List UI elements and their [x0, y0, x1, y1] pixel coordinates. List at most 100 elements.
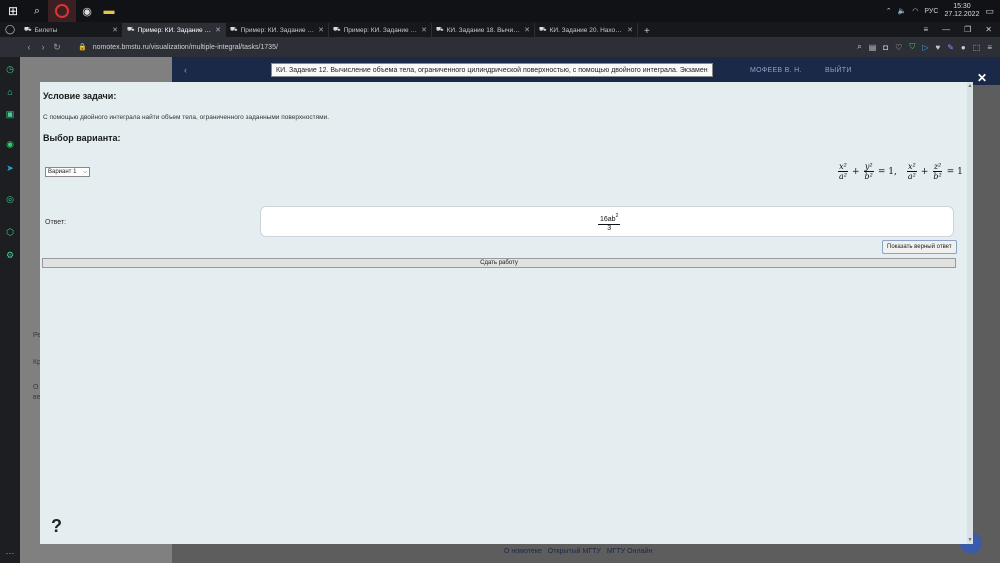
formula-operator: +: [920, 166, 929, 177]
easy-setup-icon[interactable]: ✎: [947, 43, 954, 52]
tab-close-icon[interactable]: ✕: [627, 26, 633, 34]
address-bar: ‹ › ↻ 🔒 nomotex.bmstu.ru/visualization/m…: [0, 37, 1000, 57]
formula-fraction: x² a²: [906, 162, 917, 181]
telegram-icon[interactable]: ➤: [4, 162, 16, 174]
submit-work-button[interactable]: Сдать работу: [42, 258, 956, 268]
condition-text: С помощью двойного интеграла найти объем…: [43, 114, 330, 121]
answer-input[interactable]: 16ab2 3: [260, 206, 954, 237]
header-user-name[interactable]: МОФЕЕВ В. Н.: [750, 67, 802, 74]
browser-tab[interactable]: ⛟ КИ. Задание 18. Вычислени ✕: [432, 23, 535, 37]
header-logout-link[interactable]: ВЫЙТИ: [825, 67, 852, 74]
footer-link[interactable]: Открытый МГТУ: [548, 548, 601, 555]
back-icon[interactable]: ‹: [22, 42, 36, 52]
language-indicator[interactable]: РУС: [924, 8, 938, 15]
reload-icon[interactable]: ↻: [50, 42, 64, 53]
whatsapp-icon[interactable]: ◉: [4, 138, 16, 150]
chevron-down-icon: ⌵: [83, 169, 87, 175]
variant-title: Выбор варианта:: [43, 133, 121, 143]
formula-equals: = 1,: [877, 166, 897, 177]
windows-taskbar: ⊞ ⌕ ◉ ▬ ⌃ 🔈 ◠ РУС 15:30 27.12.2022 ▭: [0, 0, 1000, 22]
opera-menu-icon[interactable]: ◯: [0, 22, 20, 37]
variant-select[interactable]: Вариант 1 ⌵: [45, 167, 90, 177]
bookmark-icon[interactable]: ♡: [895, 43, 902, 52]
shield-icon[interactable]: ⛉: [909, 42, 915, 52]
header-back-icon[interactable]: ‹: [184, 65, 187, 75]
help-icon[interactable]: ?: [51, 516, 62, 537]
notifications-icon[interactable]: ▭: [985, 6, 994, 17]
player-icon[interactable]: ◎: [4, 193, 16, 205]
camera-icon[interactable]: ◘: [883, 43, 888, 52]
tab-favicon-icon: ⛟: [436, 27, 444, 33]
heart-icon[interactable]: ♥: [935, 43, 940, 52]
steam-taskbar-icon[interactable]: ◉: [76, 0, 98, 22]
page-text-fragment: О: [33, 384, 39, 391]
tab-close-icon[interactable]: ✕: [318, 26, 324, 34]
browser-tab[interactable]: ⛟ Пример: КИ. Задание 17. ✕: [329, 23, 432, 37]
extensions-icon[interactable]: ⬚: [973, 43, 981, 52]
surface-equations: x² a² + y² b² = 1, x² a² + z² b² = 1: [838, 162, 964, 181]
tab-close-icon[interactable]: ✕: [524, 26, 530, 34]
tab-favicon-icon: ⛟: [230, 27, 238, 33]
answer-label: Ответ:: [45, 219, 67, 226]
translate-icon[interactable]: ▤: [869, 43, 877, 52]
twitch-icon[interactable]: ▣: [4, 108, 16, 120]
footer-link[interactable]: МГТУ Онлайн: [607, 548, 652, 555]
volume-icon[interactable]: 🔈: [898, 7, 907, 15]
vpn-icon[interactable]: ▷: [922, 43, 928, 52]
browser-tab-strip: ◯ ⛟ Билеты ✕ ⛟ Пример: КИ. Задание 12. ✕…: [0, 22, 1000, 37]
formula-fraction: y² b²: [863, 162, 874, 181]
browser-tab[interactable]: ⛟ Билеты ✕: [20, 23, 123, 37]
modal-close-icon[interactable]: ✕: [977, 71, 987, 85]
bag-icon[interactable]: ⌂: [4, 86, 16, 98]
browser-tab-active[interactable]: ⛟ Пример: КИ. Задание 12. ✕: [123, 23, 226, 37]
modal-scrollbar[interactable]: ▲ ▼: [967, 82, 973, 544]
window-controls: ≡ — ❐ ✕: [923, 22, 1000, 37]
speed-dial-icon[interactable]: ◷: [4, 63, 16, 75]
clock[interactable]: 15:30 27.12.2022: [944, 3, 979, 19]
settings-icon[interactable]: ⚙: [4, 249, 16, 261]
tab-favicon-icon: ⛟: [24, 27, 32, 33]
new-tab-icon[interactable]: +: [638, 26, 656, 37]
task-modal: ▲ ▼ Условие задачи: С помощью двойного и…: [40, 82, 973, 544]
footer-link[interactable]: О номотеке: [504, 548, 542, 555]
formula-fraction: z² b²: [932, 162, 943, 181]
search-icon[interactable]: ⌕: [857, 42, 861, 52]
answer-exponent: 2: [615, 213, 619, 219]
tab-title-tooltip: КИ. Задание 12. Вычисление объема тела, …: [271, 63, 713, 77]
browser-tab[interactable]: ⛟ Пример: КИ. Задание 16. ✕: [226, 23, 329, 37]
clock-date: 27.12.2022: [944, 11, 980, 18]
opera-taskbar-icon[interactable]: [48, 0, 76, 22]
wifi-icon[interactable]: ◠: [912, 7, 918, 15]
forward-icon[interactable]: ›: [36, 42, 50, 52]
scroll-down-icon[interactable]: ▼: [967, 537, 973, 543]
opera-sidebar: ◷ ⌂ ▣ ◉ ➤ ◎ ⬡ ⚙ ···: [0, 57, 20, 563]
system-tray: ⌃ 🔈 ◠ РУС 15:30 27.12.2022 ▭: [886, 3, 1000, 19]
search-icon[interactable]: ⌕: [26, 0, 48, 22]
page-footer: О номотеке Открытый МГТУ МГТУ Онлайн: [504, 548, 652, 555]
wallet-icon[interactable]: ●: [961, 43, 966, 52]
lock-icon[interactable]: 🔒: [78, 43, 87, 51]
scroll-up-icon[interactable]: ▲: [967, 83, 973, 89]
filter-icon[interactable]: ≡: [923, 25, 928, 34]
browser-tab[interactable]: ⛟ КИ. Задание 20. Нахожден ✕: [535, 23, 638, 37]
answer-numerator: 16ab: [600, 216, 616, 223]
tab-close-icon[interactable]: ✕: [112, 26, 118, 34]
condition-title: Условие задачи:: [43, 91, 117, 101]
show-correct-answer-button[interactable]: Показать верный ответ: [882, 240, 957, 254]
more-icon[interactable]: ···: [4, 547, 16, 559]
minimize-icon[interactable]: —: [942, 25, 950, 34]
restore-icon[interactable]: ❐: [964, 25, 971, 34]
tab-close-icon[interactable]: ✕: [421, 26, 427, 34]
cube-icon[interactable]: ⬡: [4, 226, 16, 238]
window-close-icon[interactable]: ✕: [985, 25, 992, 34]
tab-favicon-icon: ⛟: [127, 27, 135, 33]
tab-favicon-icon: ⛟: [333, 27, 341, 33]
folder-taskbar-icon[interactable]: ▬: [98, 0, 120, 22]
menu-icon[interactable]: ≡: [987, 43, 992, 52]
windows-start-icon[interactable]: ⊞: [0, 0, 26, 22]
url-input[interactable]: nomotex.bmstu.ru/visualization/multiple-…: [93, 44, 278, 51]
clock-time: 15:30: [953, 3, 971, 10]
chevron-up-icon[interactable]: ⌃: [886, 7, 892, 15]
tab-close-icon[interactable]: ✕: [215, 26, 221, 34]
formula-equals: = 1: [946, 166, 963, 177]
